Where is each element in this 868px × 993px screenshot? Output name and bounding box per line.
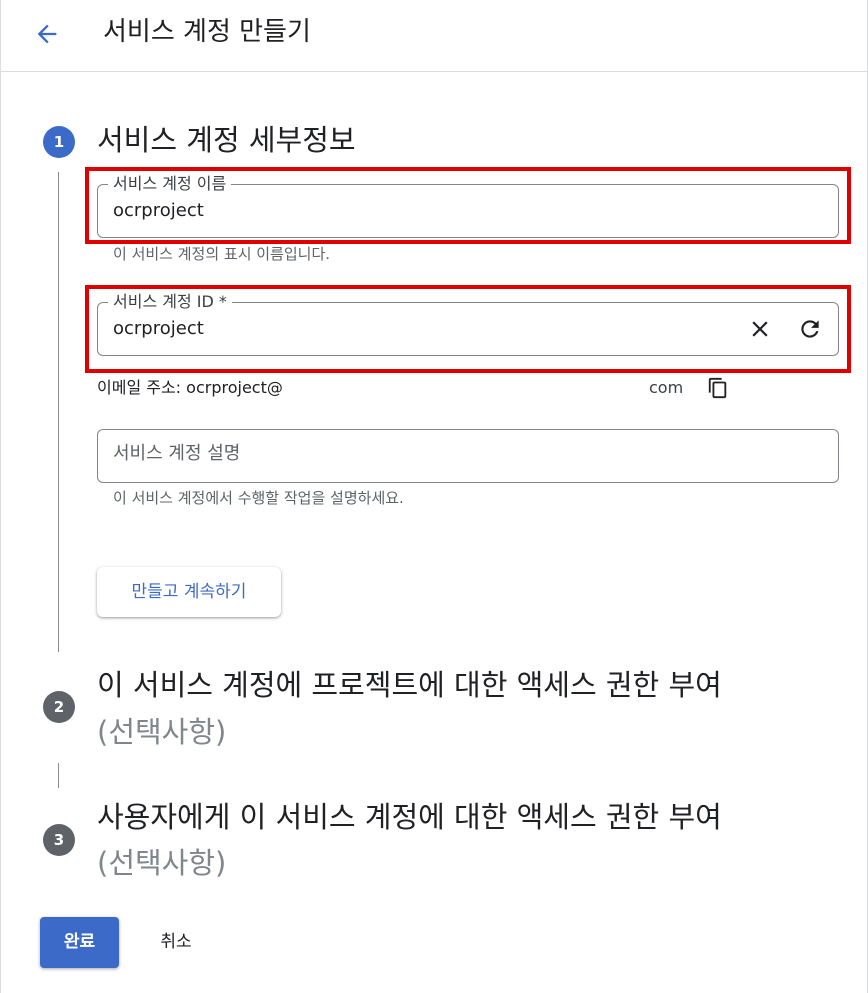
copy-email-button[interactable] <box>704 374 732 402</box>
highlight-box-name <box>85 167 851 244</box>
email-address-row: 이메일 주소: ocrproject@ com <box>97 374 737 402</box>
copy-icon <box>708 377 727 399</box>
email-address-prefix: 이메일 주소: ocrproject@ <box>97 378 283 397</box>
back-button[interactable] <box>27 14 67 54</box>
step-3-title[interactable]: 사용자에게 이 서비스 계정에 대한 액세스 권한 부여 <box>97 797 722 837</box>
step-2-title[interactable]: 이 서비스 계정에 프로젝트에 대한 액세스 권한 부여 <box>97 665 722 705</box>
step-connector-line-2 <box>58 763 59 788</box>
arrow-back-icon <box>37 24 57 44</box>
step-connector-line <box>58 172 59 652</box>
step-2-number: 2 <box>43 691 75 723</box>
create-and-continue-button[interactable]: 만들고 계속하기 <box>97 567 281 617</box>
service-account-description-placeholder: 서비스 계정 설명 <box>113 443 241 464</box>
step-1-title: 서비스 계정 세부정보 <box>97 123 356 157</box>
step-3-number: 3 <box>43 824 75 856</box>
highlight-box-id <box>85 285 851 373</box>
page-header: 서비스 계정 만들기 <box>1 0 867 72</box>
service-account-description-helper: 이 서비스 계정에서 수행할 작업을 설명하세요. <box>113 489 404 507</box>
done-button[interactable]: 완료 <box>40 917 119 968</box>
email-address-suffix: com <box>649 378 684 397</box>
create-service-account-page: 서비스 계정 만들기 1 서비스 계정 세부정보 서비스 계정 이름 ocrpr… <box>0 0 868 993</box>
cancel-button[interactable]: 취소 <box>141 917 211 968</box>
step-1-number: 1 <box>43 126 75 158</box>
page-title: 서비스 계정 만들기 <box>103 17 311 47</box>
service-account-name-helper: 이 서비스 계정의 표시 이름입니다. <box>113 245 331 263</box>
step-3-subtitle: (선택사항) <box>97 846 227 880</box>
step-2-subtitle: (선택사항) <box>97 715 227 749</box>
service-account-description-field[interactable]: 서비스 계정 설명 <box>97 429 839 483</box>
